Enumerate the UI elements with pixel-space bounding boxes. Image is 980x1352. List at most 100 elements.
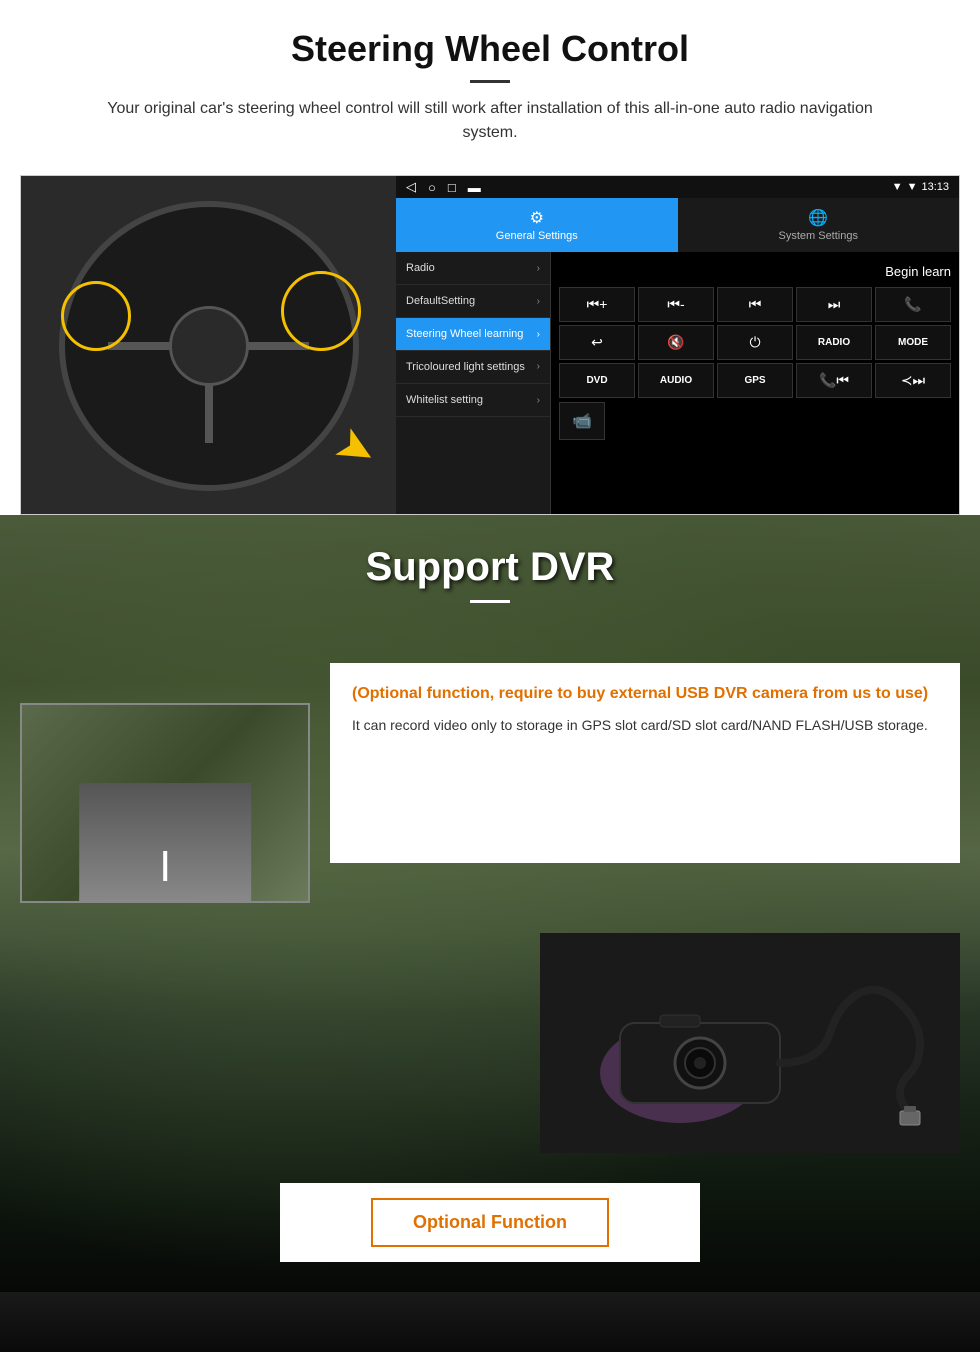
dvd-label: DVD [586, 375, 607, 386]
tab-general-label: General Settings [496, 230, 578, 242]
signal-icon: ▼ [892, 181, 903, 193]
dvr-section: Support DVR (Optional function, require … [0, 515, 980, 1352]
ctrl-next-button[interactable]: ⏭ [796, 287, 872, 322]
settings-menu: Radio › DefaultSetting › Steering Wheel … [396, 252, 551, 514]
dvr-camera-thumbnail [20, 703, 310, 903]
section1-title: Steering Wheel Control [20, 28, 960, 70]
ctrl-radio-button[interactable]: RADIO [796, 325, 872, 360]
title-divider [470, 80, 510, 83]
nav-back-icon[interactable]: ◁ [406, 179, 416, 195]
chevron-icon: › [537, 395, 540, 406]
ctrl-vol-down-button[interactable]: ⏮- [638, 287, 714, 322]
swc-ui-container: ➤ ◁ ○ □ ▬ ▼ ▼ 13:13 ⚙ [20, 175, 960, 515]
dvr-optional-text: (Optional function, require to buy exter… [352, 683, 938, 705]
dvr-camera-svg [560, 943, 940, 1143]
dvr-section-title: Support DVR [20, 545, 960, 590]
ctrl-phone-button[interactable]: 📞 [875, 287, 951, 322]
prev-icon: ⏮ [749, 296, 762, 313]
ctrl-gps-button[interactable]: GPS [717, 363, 793, 398]
menu-item-radio[interactable]: Radio › [396, 252, 550, 285]
thumbnail-road [79, 783, 251, 901]
menu-radio-label: Radio [406, 262, 435, 274]
vol-down-icon: ⏮- [667, 296, 684, 313]
ctrl-mute-button[interactable]: 🔇 [638, 325, 714, 360]
ctrl-tel-prev-button[interactable]: 📞⏮ [796, 363, 872, 398]
section1-title-area: Steering Wheel Control Your original car… [0, 0, 980, 175]
dvr-info-card: (Optional function, require to buy exter… [330, 663, 960, 863]
radio-label: RADIO [818, 337, 850, 348]
system-settings-icon: 🌐 [808, 208, 828, 228]
section1-subtitle: Your original car's steering wheel contr… [80, 97, 900, 145]
wheel-center [169, 306, 249, 386]
dvr-camera-icon: 📹 [572, 411, 592, 431]
optional-function-button[interactable]: Optional Function [371, 1198, 609, 1247]
thumbnail-road-line [163, 851, 167, 881]
android-nav-bar: ◁ ○ □ ▬ [406, 175, 481, 199]
dvr-title-divider [470, 600, 510, 603]
ctrl-mode-button[interactable]: MODE [875, 325, 951, 360]
ctrl-hangup-button[interactable]: ↩ [559, 325, 635, 360]
ctrl-prev-button[interactable]: ⏮ [717, 287, 793, 322]
tab-system[interactable]: 🌐 System Settings [678, 198, 960, 252]
nav-app-icon[interactable]: ▬ [468, 180, 481, 195]
chevron-icon: › [537, 263, 540, 274]
ctrl-audio-button[interactable]: AUDIO [638, 363, 714, 398]
ctrl-vol-up-button[interactable]: ⏮+ [559, 287, 635, 322]
audio-label: AUDIO [660, 375, 692, 386]
steering-wheel-section: Steering Wheel Control Your original car… [0, 0, 980, 515]
mode-label: MODE [898, 337, 928, 348]
dvr-content-area: (Optional function, require to buy exter… [0, 633, 980, 933]
settings-body: Radio › DefaultSetting › Steering Wheel … [396, 252, 959, 514]
tel-prev-icon: 📞⏮ [819, 372, 849, 389]
menu-item-tricoloured[interactable]: Tricoloured light settings › [396, 351, 550, 384]
mute-icon: 🔇 [667, 334, 684, 351]
chevron-icon: › [537, 296, 540, 307]
dvr-camera-product-area [0, 933, 980, 1183]
settings-content: Begin learn ⏮+ ⏮- ⏮ [551, 252, 959, 514]
chevron-icon: › [537, 361, 540, 373]
menu-steering-label: Steering Wheel learning [406, 328, 523, 340]
dvr-camera-product-image [540, 933, 960, 1153]
menu-tricoloured-row: Tricoloured light settings › [406, 361, 540, 373]
tab-system-label: System Settings [779, 230, 858, 242]
ctrl-dvd-button[interactable]: DVD [559, 363, 635, 398]
optional-function-area: Optional Function [0, 1183, 980, 1292]
hangup-icon: ↩ [591, 334, 603, 351]
seek-next-icon: ≺⏭ [901, 372, 925, 389]
ctrl-seek-next-button[interactable]: ≺⏭ [875, 363, 951, 398]
begin-learn-area: Begin learn [559, 260, 951, 287]
gps-label: GPS [744, 375, 765, 386]
begin-learn-button[interactable]: Begin learn [885, 264, 951, 279]
wheel-spoke-left [108, 342, 178, 350]
settings-tabs: ⚙ General Settings 🌐 System Settings [396, 198, 959, 252]
wheel-spoke-bottom [205, 383, 213, 443]
menu-default-label: DefaultSetting [406, 295, 475, 307]
wifi-icon: ▼ [907, 181, 918, 193]
vol-up-icon: ⏮+ [587, 296, 608, 313]
highlight-circle-left [61, 281, 131, 351]
android-statusbar: ◁ ○ □ ▬ ▼ ▼ 13:13 [396, 176, 959, 198]
android-settings-panel: ◁ ○ □ ▬ ▼ ▼ 13:13 ⚙ General Settings [396, 176, 959, 514]
optional-function-card: Optional Function [280, 1183, 700, 1262]
menu-item-whitelist[interactable]: Whitelist setting › [396, 384, 550, 417]
dvr-title-area: Support DVR [0, 515, 980, 613]
power-icon: ⏻ [749, 334, 760, 351]
dvr-icon-button[interactable]: 📹 [559, 402, 605, 440]
nav-home-icon[interactable]: ○ [428, 180, 436, 195]
phone-icon: 📞 [904, 296, 921, 313]
next-icon: ⏭ [828, 296, 841, 313]
tab-general[interactable]: ⚙ General Settings [396, 198, 678, 252]
status-icons: ▼ ▼ 13:13 [892, 181, 949, 193]
nav-recents-icon[interactable]: □ [448, 180, 456, 195]
steering-wheel-image: ➤ [21, 176, 396, 515]
menu-tricoloured-label: Tricoloured light settings [406, 361, 525, 373]
menu-item-defaultsetting[interactable]: DefaultSetting › [396, 285, 550, 318]
menu-item-steering-wheel[interactable]: Steering Wheel learning › [396, 318, 550, 351]
general-settings-icon: ⚙ [530, 208, 544, 228]
ctrl-power-button[interactable]: ⏻ [717, 325, 793, 360]
highlight-circle-right [281, 271, 361, 351]
dvr-description-text: It can record video only to storage in G… [352, 715, 938, 736]
chevron-icon: › [537, 329, 540, 340]
dashboard-area [0, 1292, 980, 1352]
dvr-icon-row: 📹 [559, 402, 951, 440]
